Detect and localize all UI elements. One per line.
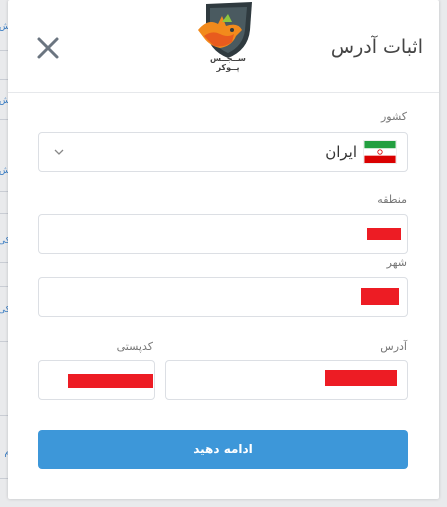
close-button[interactable]: [34, 34, 62, 62]
region-label: منطقه: [377, 193, 407, 206]
city-input[interactable]: [38, 277, 408, 317]
redaction-mark: [325, 370, 397, 386]
dialog-header: ســجــس پــوکر اثبات آدرس: [8, 0, 439, 93]
city-label: شهر: [386, 256, 407, 269]
close-icon: [37, 37, 59, 59]
address-proof-dialog: ســجــس پــوکر اثبات آدرس کشور ایران منط…: [8, 0, 439, 499]
redaction-mark: [68, 374, 153, 388]
continue-button[interactable]: ادامه دهید: [38, 430, 408, 469]
redaction-mark: [361, 288, 399, 305]
brand-logo-text: ســجــس پــوکر: [210, 54, 246, 72]
country-value: ایران: [325, 143, 357, 161]
redaction-mark: [367, 228, 401, 240]
iran-flag-icon: [363, 140, 397, 164]
postal-code-label: کدپستی: [116, 340, 153, 353]
dialog-title: اثبات آدرس: [330, 36, 423, 58]
chevron-down-icon: [54, 149, 64, 155]
country-label: کشور: [380, 110, 407, 123]
region-input[interactable]: [38, 214, 408, 254]
country-select[interactable]: ایران: [38, 132, 408, 172]
address-label: آدرس: [380, 340, 407, 353]
